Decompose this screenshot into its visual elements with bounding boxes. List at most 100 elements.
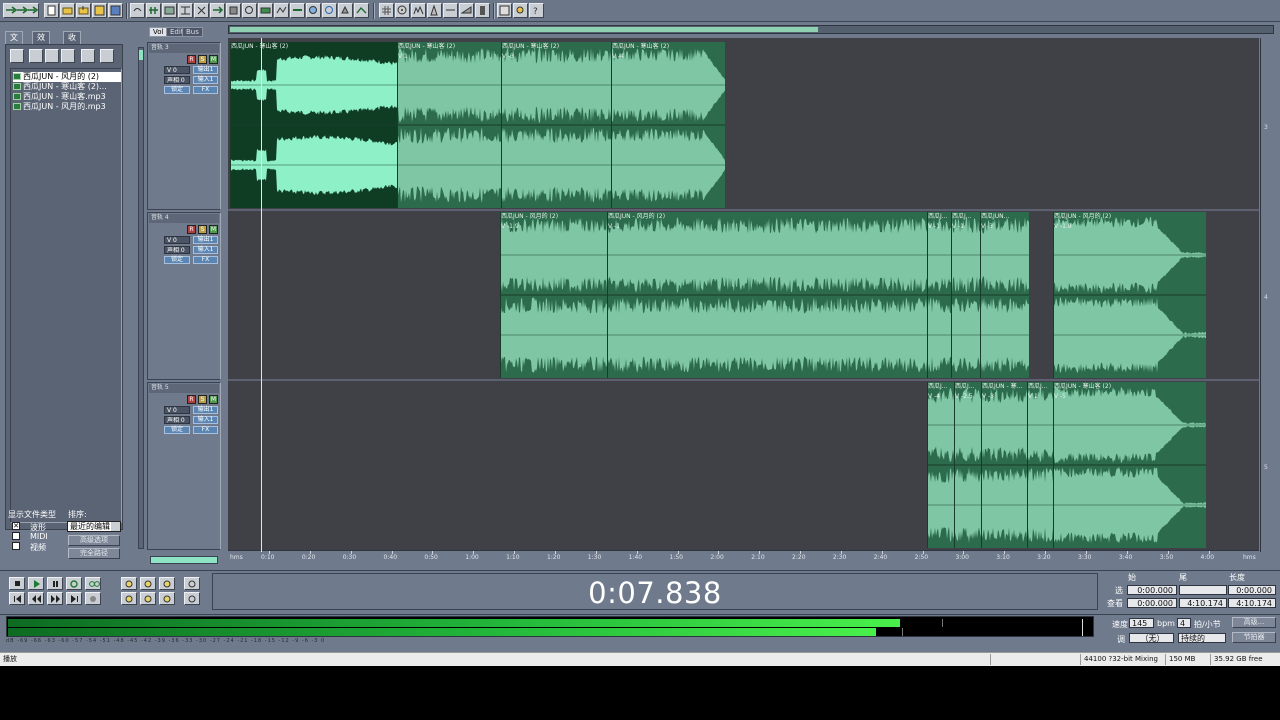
open-icon[interactable] bbox=[60, 3, 75, 18]
envelope-icon[interactable] bbox=[354, 3, 369, 18]
view-start-field[interactable]: 0:00.000 bbox=[1127, 598, 1177, 608]
zoom-sel-icon[interactable] bbox=[121, 592, 137, 605]
tab-effects[interactable]: 效果 bbox=[32, 31, 50, 54]
new-icon[interactable] bbox=[44, 3, 59, 18]
key-select[interactable]: （无） bbox=[1129, 633, 1174, 643]
sort-select[interactable]: 最近的编辑 bbox=[67, 521, 121, 532]
audio-clip[interactable]: 西瓜J... V -1 bbox=[927, 212, 951, 378]
clip-edge[interactable] bbox=[927, 212, 928, 378]
beats-field[interactable]: 4 bbox=[1177, 618, 1191, 628]
input-button[interactable]: 输入1 bbox=[193, 246, 218, 254]
fx-button[interactable]: FX bbox=[193, 256, 218, 264]
play-icon[interactable] bbox=[28, 577, 44, 590]
audio-clip[interactable]: 西瓜JUN - 寒山客 (2) V -3 bbox=[501, 42, 611, 208]
clip-edge[interactable] bbox=[501, 42, 502, 208]
time-select-icon[interactable] bbox=[306, 3, 321, 18]
view-end-field[interactable]: 4:10.174 bbox=[1179, 598, 1227, 608]
pan-field[interactable]: 声相 0 bbox=[164, 416, 190, 424]
zoom-icon[interactable] bbox=[290, 3, 305, 18]
selection-start-field[interactable]: 0:00.000 bbox=[1127, 585, 1177, 595]
snap-icon[interactable] bbox=[178, 3, 193, 18]
audio-clip[interactable]: 西瓜JUN - 寒山客 (2) V 1 bbox=[397, 42, 501, 208]
audio-clip[interactable]: 西瓜J... V -4 bbox=[927, 382, 954, 548]
volume-icon[interactable] bbox=[459, 3, 474, 18]
zoom-full-icon[interactable] bbox=[159, 577, 175, 590]
tempo-field[interactable]: 145 bbox=[1129, 618, 1154, 628]
advanced-options-button[interactable]: 高级选项 bbox=[68, 535, 120, 546]
rewind-icon[interactable] bbox=[28, 592, 44, 605]
full-path-button[interactable]: 完全路径 bbox=[68, 548, 120, 559]
insert-multitrack-icon[interactable] bbox=[81, 49, 95, 63]
meter-clip-indicator[interactable] bbox=[1082, 619, 1092, 636]
settings-icon[interactable] bbox=[513, 3, 528, 18]
track-name[interactable]: 音轨 5 bbox=[149, 384, 219, 393]
import-icon[interactable] bbox=[29, 49, 43, 63]
grid-icon[interactable] bbox=[379, 3, 394, 18]
track-name[interactable]: 音轨 4 bbox=[149, 214, 219, 223]
tab-vol[interactable]: Vol bbox=[149, 27, 168, 37]
split-icon[interactable] bbox=[242, 3, 257, 18]
audio-clip[interactable]: 西瓜JUN - 寒山客 (2) V -4 bbox=[611, 42, 725, 208]
scrollbar-thumb[interactable] bbox=[230, 27, 818, 32]
record-icon[interactable] bbox=[85, 592, 101, 605]
scrollbar-thumb[interactable] bbox=[139, 50, 143, 60]
record-arm-button[interactable]: R bbox=[187, 55, 196, 64]
audio-clip[interactable]: 西瓜JUN - 风月的 (2) V -1.8 bbox=[1053, 212, 1206, 378]
multitrack-view-icon[interactable] bbox=[3, 3, 39, 18]
audio-clip[interactable]: 西瓜J... V -2.5 bbox=[954, 382, 981, 548]
settings-icon[interactable] bbox=[497, 3, 512, 18]
fx-button[interactable]: FX bbox=[193, 426, 218, 434]
output-button[interactable]: 输出1 bbox=[193, 66, 218, 74]
zoom-in-h-icon[interactable] bbox=[121, 577, 137, 590]
track-name[interactable]: 音轨 3 bbox=[149, 44, 219, 53]
list-item[interactable]: 西瓜JUN - 寒山客 (2)... bbox=[13, 82, 121, 92]
mute-button[interactable]: M bbox=[209, 395, 218, 404]
audio-clip[interactable]: 西瓜J... V -1 bbox=[951, 212, 980, 378]
solo-button[interactable]: S bbox=[198, 55, 207, 64]
help-icon[interactable] bbox=[100, 49, 114, 63]
cd-icon[interactable] bbox=[395, 3, 410, 18]
tab-favorites[interactable]: 收藏 bbox=[63, 31, 81, 54]
clip-edge[interactable] bbox=[951, 212, 952, 378]
clip-edge[interactable] bbox=[981, 382, 982, 548]
clip-edge[interactable] bbox=[1053, 212, 1054, 378]
input-button[interactable]: 输入1 bbox=[193, 416, 218, 424]
checkbox-waveform[interactable]: ✕ bbox=[12, 522, 20, 530]
play-to-end-icon[interactable] bbox=[66, 577, 82, 590]
metronome-icon[interactable] bbox=[427, 3, 442, 18]
time-signature-select[interactable]: 持续的 bbox=[1178, 633, 1226, 643]
pan-icon[interactable] bbox=[443, 3, 458, 18]
list-item[interactable]: 西瓜JUN - 寒山客.mp3 bbox=[13, 92, 121, 102]
fast-forward-icon[interactable] bbox=[47, 592, 63, 605]
clip-edge[interactable] bbox=[500, 212, 501, 378]
input-button[interactable]: 输入1 bbox=[193, 76, 218, 84]
go-start-icon[interactable] bbox=[9, 592, 25, 605]
audio-clip[interactable]: 西瓜JUN - 风月的 (2) V -1 bbox=[607, 212, 927, 378]
mute-button[interactable]: M bbox=[209, 55, 218, 64]
tab-bus[interactable]: Bus bbox=[182, 27, 203, 37]
spectral-icon[interactable] bbox=[411, 3, 426, 18]
cut-icon[interactable] bbox=[194, 3, 209, 18]
output-button[interactable]: 输出1 bbox=[193, 236, 218, 244]
zoom-left-icon[interactable] bbox=[140, 592, 156, 605]
audio-clip[interactable]: 西瓜JUN - 寒... V -3 bbox=[981, 382, 1027, 548]
clip-edge[interactable] bbox=[954, 382, 955, 548]
audio-clip[interactable]: 西瓜JUN - 风月的 (2) V -1.9 bbox=[500, 212, 607, 378]
horizontal-scrollbar[interactable] bbox=[228, 25, 1274, 34]
record-arm-button[interactable]: R bbox=[187, 225, 196, 234]
checkbox-video[interactable] bbox=[12, 542, 20, 550]
clip-edge[interactable] bbox=[611, 42, 612, 208]
zoom-right-icon[interactable] bbox=[159, 592, 175, 605]
save-icon[interactable] bbox=[92, 3, 107, 18]
clip-edge[interactable] bbox=[1027, 382, 1028, 548]
list-item[interactable]: 西瓜JUN - 风月的 (2) bbox=[13, 72, 121, 82]
fx-icon[interactable] bbox=[475, 3, 490, 18]
tab-files[interactable]: 文件 bbox=[5, 31, 23, 54]
checkbox-midi[interactable] bbox=[12, 532, 20, 540]
mute-button[interactable]: M bbox=[209, 225, 218, 234]
stop-icon[interactable] bbox=[9, 577, 25, 590]
clip-edge[interactable] bbox=[927, 382, 928, 548]
record-arm-button[interactable]: R bbox=[187, 395, 196, 404]
playhead-cursor[interactable] bbox=[261, 38, 262, 552]
clip-edge[interactable] bbox=[607, 212, 608, 378]
